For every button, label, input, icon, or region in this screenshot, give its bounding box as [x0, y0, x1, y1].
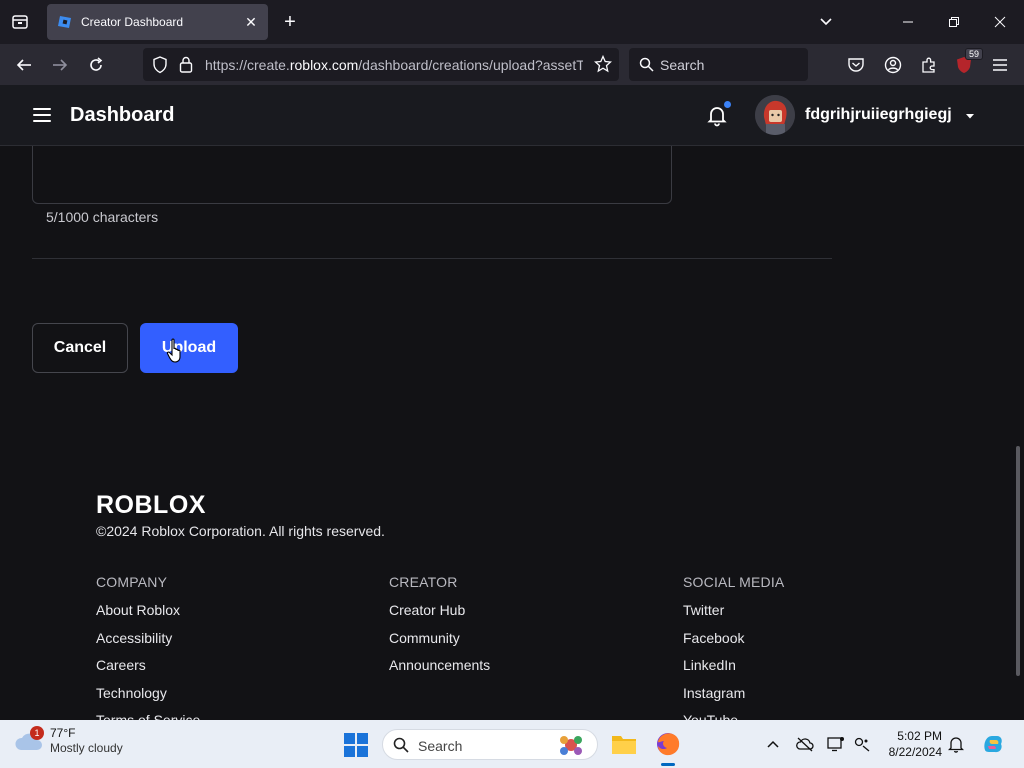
cloud-icon: 1	[14, 726, 44, 754]
search-icon	[639, 57, 654, 72]
active-app-indicator	[661, 763, 675, 766]
search-icon	[393, 737, 409, 753]
hamburger-menu-icon[interactable]	[30, 103, 54, 127]
weather-condition: Mostly cloudy	[50, 741, 123, 755]
avatar-image-icon	[755, 95, 795, 135]
ublock-extension-icon[interactable]: 59	[951, 48, 983, 78]
url-domain: roblox.com	[289, 57, 359, 73]
footer-link-creator-hub[interactable]: Creator Hub	[389, 602, 490, 630]
reload-icon[interactable]	[83, 52, 109, 78]
minimize-window-icon[interactable]	[894, 8, 922, 36]
footer-column-creator: CREATOR Creator Hub Community Announceme…	[389, 574, 490, 685]
lock-icon[interactable]	[179, 56, 193, 73]
browser-search-bar[interactable]: Search	[629, 48, 808, 81]
footer-column-social-media: SOCIAL MEDIA Twitter Facebook LinkedIn I…	[683, 574, 784, 720]
roblox-favicon-icon	[58, 16, 71, 28]
footer-column-company: COMPANY About Roblox Accessibility Caree…	[96, 574, 200, 720]
page-scrollbar[interactable]	[1016, 446, 1020, 676]
footer-heading-social-media: SOCIAL MEDIA	[683, 574, 785, 590]
firefox-icon[interactable]	[654, 730, 682, 758]
footer-link-instagram[interactable]: Instagram	[683, 685, 784, 713]
cloud-off-icon[interactable]	[795, 734, 815, 754]
upload-button[interactable]: Upload	[140, 323, 238, 373]
windows-taskbar: 1 77°F Mostly cloudy Search 5:02 PM 8/22…	[0, 720, 1024, 768]
taskbar-search-box[interactable]: Search	[382, 729, 598, 760]
weather-temperature: 77°F	[50, 726, 76, 740]
footer-heading-creator: CREATOR	[389, 574, 458, 590]
extension-badge-count: 59	[964, 48, 983, 60]
menu-icon[interactable]	[987, 52, 1013, 78]
network-icon[interactable]	[852, 734, 872, 754]
copyright-text: ©2024 Roblox Corporation. All rights res…	[96, 523, 385, 539]
windows-start-icon[interactable]	[343, 732, 369, 758]
tab-close-icon[interactable]: ✕	[240, 11, 262, 33]
shield-icon[interactable]	[152, 56, 168, 74]
roblox-logo-text: ROBLOX	[96, 492, 206, 516]
extensions-puzzle-icon[interactable]	[916, 52, 942, 78]
copilot-icon[interactable]	[980, 731, 1006, 757]
footer-link-about-roblox[interactable]: About Roblox	[96, 602, 200, 630]
weather-widget[interactable]: 1 77°F Mostly cloudy	[14, 726, 123, 756]
browser-tab-strip: Creator Dashboard ✕ +	[0, 0, 1024, 44]
chevron-up-icon[interactable]	[763, 734, 783, 754]
footer-heading-company: COMPANY	[96, 574, 168, 590]
footer-link-twitter[interactable]: Twitter	[683, 602, 784, 630]
browser-tab-creator-dashboard[interactable]: Creator Dashboard ✕	[47, 4, 268, 40]
description-textarea[interactable]	[32, 146, 672, 204]
system-clock[interactable]: 5:02 PM 8/22/2024	[880, 728, 942, 760]
footer-link-terms-of-service[interactable]: Terms of Service	[96, 712, 200, 720]
search-placeholder: Search	[660, 57, 705, 73]
url-text[interactable]: https://create.roblox.com/dashboard/crea…	[205, 57, 583, 73]
close-window-icon[interactable]	[986, 8, 1014, 36]
forward-arrow-icon[interactable]	[47, 52, 73, 78]
chevron-down-icon[interactable]	[814, 10, 838, 34]
roblox-logo[interactable]: ROBLOX	[96, 492, 222, 516]
url-path: /dashboard/creations/upload?assetTy	[358, 57, 583, 73]
footer-link-accessibility[interactable]: Accessibility	[96, 630, 200, 658]
footer-link-community[interactable]: Community	[389, 630, 490, 658]
footer-link-linkedin[interactable]: LinkedIn	[683, 657, 784, 685]
address-bar[interactable]: https://create.roblox.com/dashboard/crea…	[143, 48, 619, 81]
page-title: Dashboard	[70, 104, 175, 126]
username[interactable]: fdgrihjruiiegrhgiegj	[805, 106, 952, 124]
footer-link-technology[interactable]: Technology	[96, 685, 200, 713]
back-arrow-icon[interactable]	[11, 52, 37, 78]
bookmark-star-icon[interactable]	[594, 55, 612, 73]
url-prefix: https://create.	[205, 57, 290, 73]
footer-link-announcements[interactable]: Announcements	[389, 657, 490, 685]
footer-link-facebook[interactable]: Facebook	[683, 630, 784, 658]
dashboard-header: Dashboard fdgrihjruiiegrhgiegj	[0, 85, 1024, 146]
browser-toolbar: https://create.roblox.com/dashboard/crea…	[0, 44, 1024, 85]
taskbar-search-placeholder: Search	[418, 738, 463, 754]
weather-alert-badge: 1	[30, 726, 44, 740]
file-explorer-icon[interactable]	[610, 730, 638, 758]
pocket-icon[interactable]	[843, 52, 869, 78]
caret-down-icon[interactable]	[964, 110, 976, 122]
new-tab-icon[interactable]: +	[278, 10, 302, 34]
restore-window-icon[interactable]	[940, 8, 968, 36]
character-count: 5/1000 characters	[46, 209, 159, 225]
notification-bell-icon[interactable]	[946, 734, 966, 754]
footer-link-youtube[interactable]: YouTube	[683, 712, 784, 720]
hand-pointer-cursor-icon	[166, 338, 181, 363]
tab-title: Creator Dashboard	[81, 15, 184, 29]
avatar[interactable]	[755, 95, 795, 135]
form-divider	[32, 258, 832, 259]
footer-link-careers[interactable]: Careers	[96, 657, 200, 685]
display-icon[interactable]	[826, 734, 846, 754]
search-highlight-icon	[560, 736, 582, 755]
tab-list-icon[interactable]	[8, 10, 32, 34]
clock-time: 5:02 PM	[897, 729, 942, 743]
upload-form-area: 5/1000 characters Cancel Upload ROBLOX ©…	[0, 146, 1024, 720]
clock-date: 8/22/2024	[888, 745, 942, 759]
notification-dot	[724, 101, 731, 108]
cancel-button[interactable]: Cancel	[32, 323, 128, 373]
account-icon[interactable]	[880, 52, 906, 78]
